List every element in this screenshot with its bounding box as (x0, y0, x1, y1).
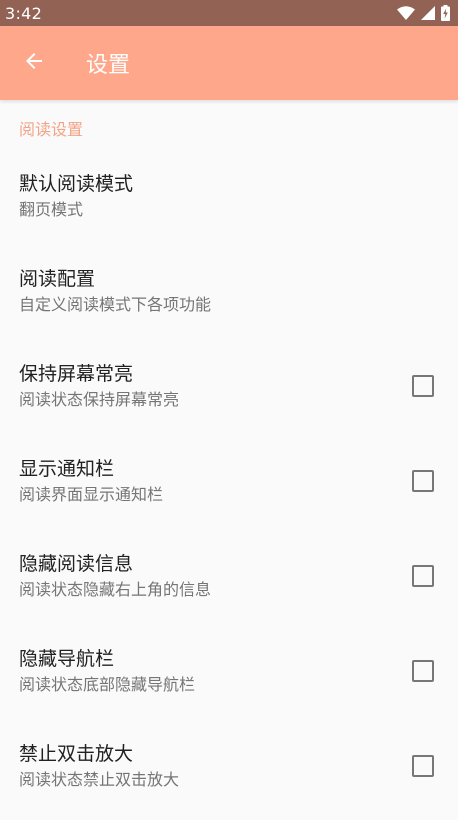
pref-text: 保持屏幕常亮 阅读状态保持屏幕常亮 (19, 361, 412, 411)
pref-disable-double-tap-zoom[interactable]: 禁止双击放大 阅读状态禁止双击放大 (0, 718, 458, 813)
pref-read-config[interactable]: 阅读配置 自定义阅读模式下各项功能 (0, 243, 458, 338)
pref-title: 显示通知栏 (19, 457, 115, 480)
pref-title: 禁止双击放大 (19, 742, 134, 765)
pref-summary: 阅读状态保持屏幕常亮 (19, 389, 180, 409)
pref-text: 隐藏阅读信息 阅读状态隐藏右上角的信息 (19, 551, 412, 601)
wifi-icon (397, 6, 415, 20)
pref-hide-navigation-bar[interactable]: 隐藏导航栏 阅读状态底部隐藏导航栏 (0, 623, 458, 718)
status-icons (397, 5, 450, 21)
pref-title: 隐藏导航栏 (19, 647, 115, 670)
keep-screen-on-checkbox[interactable] (412, 374, 434, 397)
battery-charging-icon (441, 5, 450, 21)
pref-default-read-mode[interactable]: 默认阅读模式 翻页模式 (0, 148, 458, 243)
pref-title: 阅读配置 (19, 267, 96, 290)
pref-hide-read-info[interactable]: 隐藏阅读信息 阅读状态隐藏右上角的信息 (0, 528, 458, 623)
pref-summary: 自定义阅读模式下各项功能 (19, 294, 212, 314)
hide-navigation-bar-checkbox[interactable] (412, 659, 434, 682)
hide-read-info-checkbox[interactable] (412, 564, 434, 587)
pref-summary: 阅读状态禁止双击放大 (19, 769, 180, 789)
pref-text: 隐藏导航栏 阅读状态底部隐藏导航栏 (19, 646, 412, 696)
status-bar: 3:42 (0, 0, 458, 26)
pref-text: 阅读配置 自定义阅读模式下各项功能 (19, 266, 434, 316)
pref-show-notification-bar[interactable]: 显示通知栏 阅读界面显示通知栏 (0, 433, 458, 528)
pref-title: 隐藏阅读信息 (19, 552, 134, 575)
pref-summary: 阅读界面显示通知栏 (19, 484, 164, 504)
page-title: 设置 (86, 53, 131, 78)
show-notification-bar-checkbox[interactable] (412, 469, 434, 492)
pref-text: 默认阅读模式 翻页模式 (19, 171, 434, 221)
app-bar: 设置 (0, 26, 458, 100)
pref-text: 禁止双击放大 阅读状态禁止双击放大 (19, 741, 412, 791)
pref-keep-screen-on[interactable]: 保持屏幕常亮 阅读状态保持屏幕常亮 (0, 338, 458, 433)
pref-text: 显示通知栏 阅读界面显示通知栏 (19, 456, 412, 506)
signal-icon (421, 6, 435, 20)
disable-double-tap-zoom-checkbox[interactable] (412, 754, 434, 777)
status-time: 3:42 (5, 3, 43, 23)
pref-summary: 阅读状态隐藏右上角的信息 (19, 579, 212, 599)
settings-list: 阅读设置 默认阅读模式 翻页模式 阅读配置 自定义阅读模式下各项功能 保持屏幕常… (0, 100, 458, 813)
pref-title: 保持屏幕常亮 (19, 362, 134, 385)
pref-title: 默认阅读模式 (19, 172, 134, 195)
category-title: 阅读设置 (19, 120, 84, 139)
pref-summary: 翻页模式 (19, 199, 84, 219)
arrow-left-icon (22, 49, 46, 77)
pref-summary: 阅读状态底部隐藏导航栏 (19, 674, 196, 694)
back-button[interactable] (6, 35, 62, 91)
